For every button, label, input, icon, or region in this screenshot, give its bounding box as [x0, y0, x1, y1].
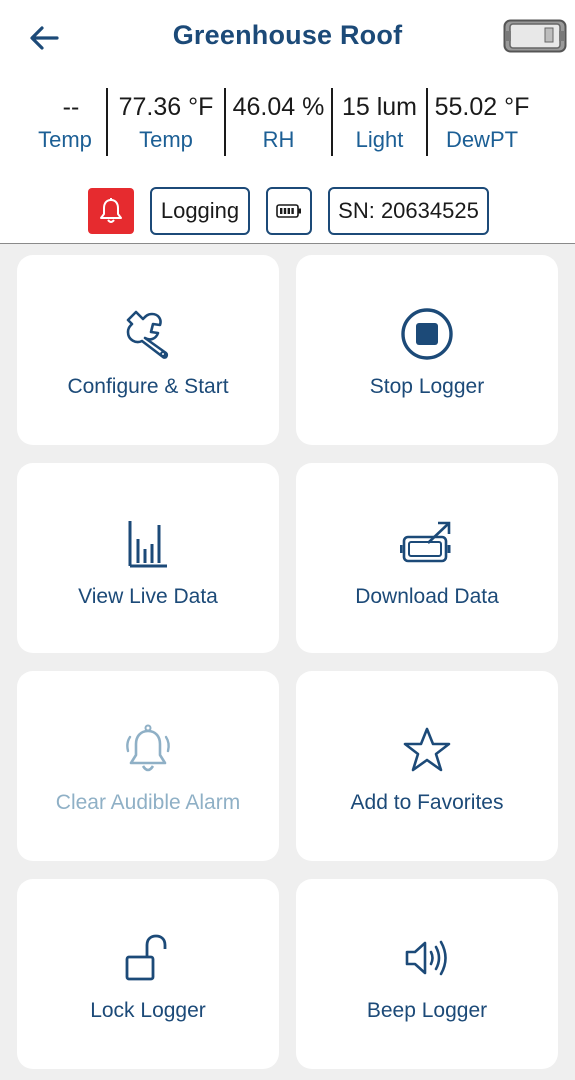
reading-dewpoint: 55.02 °F DewPT	[426, 88, 536, 156]
page-title: Greenhouse Roof	[172, 20, 403, 50]
tile-label: Download Data	[355, 585, 499, 608]
stop-icon	[401, 308, 453, 360]
beep-logger-button[interactable]: Beep Logger	[296, 879, 558, 1069]
reading-value: --	[62, 93, 80, 121]
bar-chart-icon	[128, 521, 167, 568]
tile-label: Lock Logger	[90, 999, 206, 1022]
lock-logger-button[interactable]: Lock Logger	[17, 879, 279, 1069]
reading-temp-2: 77.36 °F Temp	[106, 88, 224, 156]
tile-label: Clear Audible Alarm	[55, 791, 241, 814]
reading-label: Temp	[139, 127, 193, 152]
alarm-badge[interactable]	[88, 188, 134, 234]
reading-value: 77.36 °F	[118, 93, 214, 121]
bell-icon	[100, 198, 122, 223]
reading-label: Temp	[38, 127, 92, 152]
add-to-favorites-button[interactable]: Add to Favorites	[296, 671, 558, 861]
serial-number-label: SN: 20634525	[338, 198, 479, 223]
tile-label: Add to Favorites	[350, 791, 504, 814]
status-row: Logging SN: 20634525	[88, 187, 489, 235]
speaker-icon	[405, 940, 447, 976]
reading-label: Light	[355, 127, 404, 152]
reading-light: 15 lum Light	[331, 88, 426, 156]
tile-label: Configure & Start	[67, 375, 229, 398]
configure-start-button[interactable]: Configure & Start	[17, 255, 279, 445]
reading-label: DewPT	[445, 127, 519, 152]
logger-device-icon[interactable]	[503, 19, 567, 53]
logging-status-badge: Logging	[150, 187, 250, 235]
tile-label: View Live Data	[78, 585, 218, 608]
ringing-bell-icon	[126, 724, 170, 772]
live-readings: -- Temp 77.36 °F Temp 46.04 % RH 15 lum …	[24, 88, 536, 156]
header-area: Greenhouse Roof -- Temp 77.36 °F Temp 46…	[0, 0, 575, 244]
download-data-button[interactable]: Download Data	[296, 463, 558, 653]
battery-icon	[276, 204, 301, 218]
clear-audible-alarm-button[interactable]: Clear Audible Alarm	[17, 671, 279, 861]
action-grid: Configure & Start Stop Logger View Live …	[17, 255, 558, 1069]
reading-value: 15 lum	[341, 93, 418, 121]
star-icon	[403, 727, 451, 772]
reading-value: 55.02 °F	[434, 93, 530, 121]
logging-status-label: Logging	[160, 198, 240, 223]
reading-rh: 46.04 % RH	[224, 88, 331, 156]
reading-temp-1: -- Temp	[24, 88, 106, 156]
tile-label: Beep Logger	[366, 999, 488, 1022]
download-device-icon	[400, 521, 451, 563]
view-live-data-button[interactable]: View Live Data	[17, 463, 279, 653]
stop-logger-button[interactable]: Stop Logger	[296, 255, 558, 445]
wrench-icon	[126, 310, 169, 359]
tile-label: Stop Logger	[369, 375, 485, 398]
unlocked-padlock-icon	[125, 934, 167, 981]
reading-value: 46.04 %	[232, 93, 325, 121]
reading-label: RH	[262, 127, 295, 152]
serial-number-badge: SN: 20634525	[328, 187, 489, 235]
battery-badge	[266, 187, 312, 235]
